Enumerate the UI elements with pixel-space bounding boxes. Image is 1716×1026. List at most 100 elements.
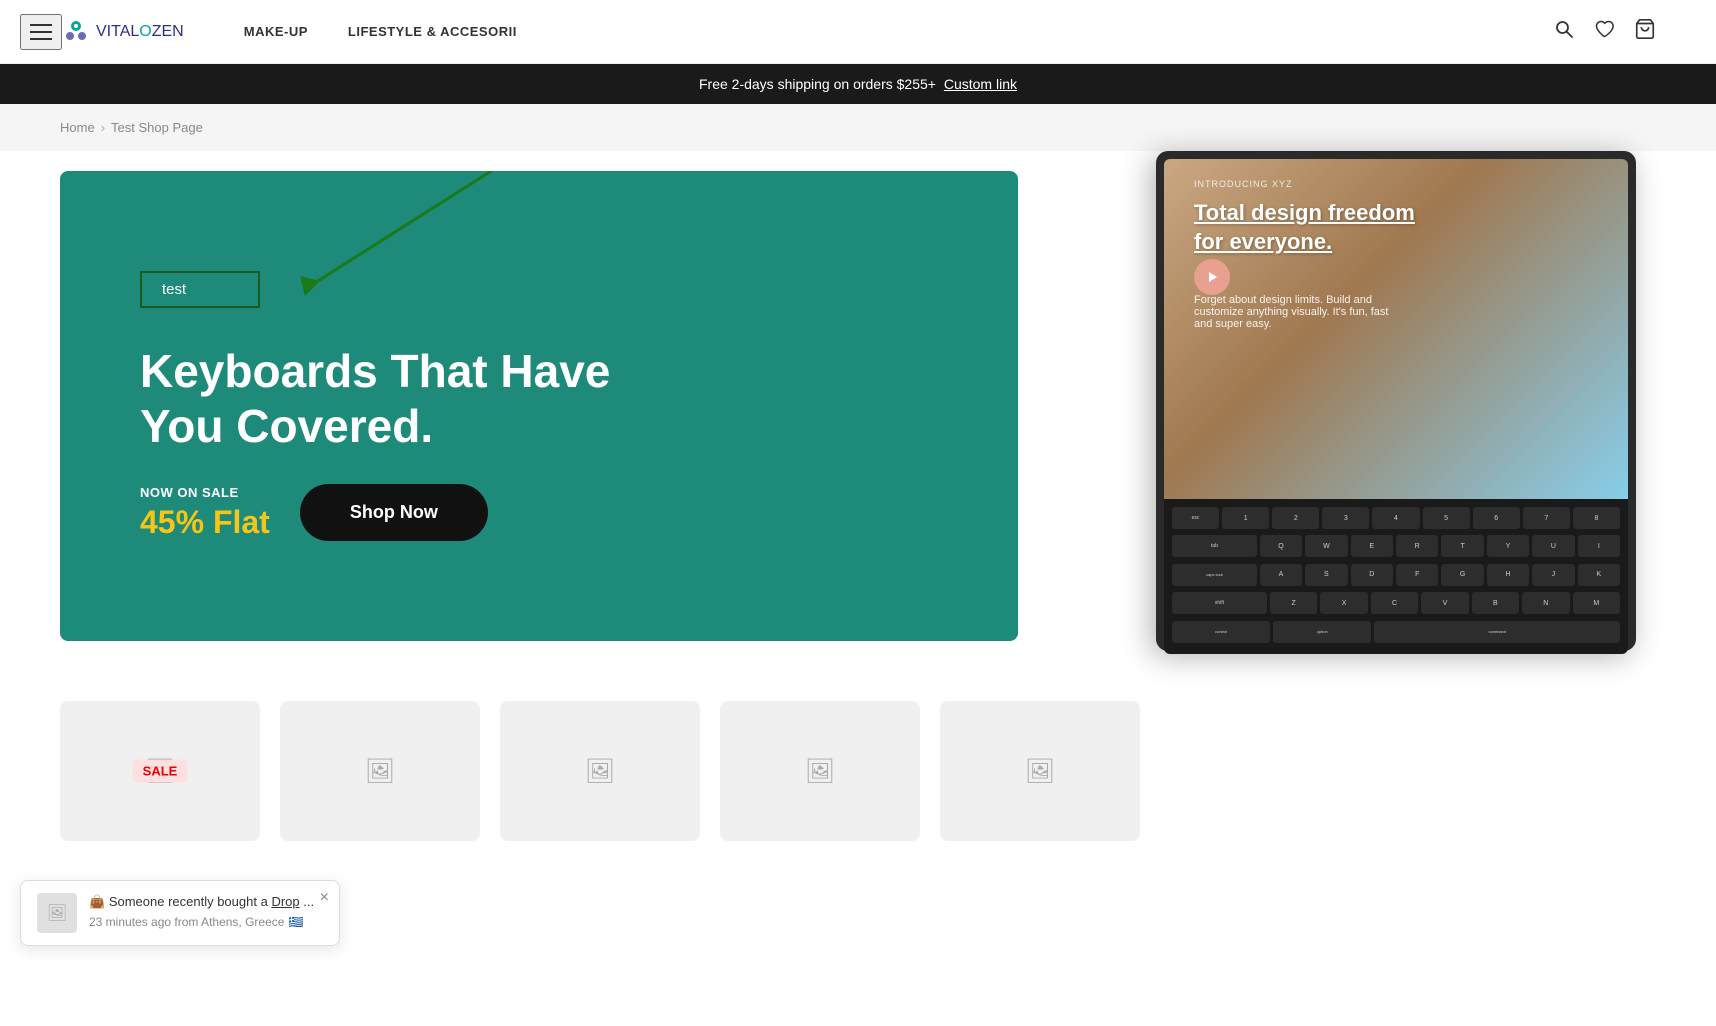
notification-time: 23 minutes ago from Athens, Greece 🇬🇷 (89, 915, 323, 929)
key-command: command (1374, 621, 1620, 643)
key-tab: tab (1172, 535, 1257, 557)
key: J (1532, 564, 1574, 586)
hero-sale-row: NOW ON SALE 45% Flat Shop Now (140, 484, 938, 541)
product-strip: 🖼 SALE 🖼 🖼 🖼 🖼 (0, 671, 1716, 841)
cart-icon[interactable] (1634, 18, 1656, 45)
image-placeholder-icon: 🖼 (365, 757, 395, 786)
key: 8 (1573, 507, 1620, 529)
key: 6 (1473, 507, 1520, 529)
tablet-intro-label: INTRODUCING XYZ (1194, 179, 1293, 189)
tablet-keyboard: esc 1 2 3 4 5 6 7 8 tab Q W E R T (1164, 499, 1628, 654)
key: A (1260, 564, 1302, 586)
tablet-heading-line2: for everyone. (1194, 229, 1332, 254)
key-option: option (1273, 621, 1371, 643)
image-placeholder-icon: 🖼 (805, 757, 835, 786)
wishlist-icon[interactable] (1594, 19, 1614, 44)
key: D (1351, 564, 1393, 586)
notification-prefix: Someone recently bought a (109, 894, 268, 909)
breadcrumb-current: Test Shop Page (111, 120, 203, 135)
key: B (1472, 592, 1519, 614)
product-card-4: 🖼 (940, 701, 1140, 841)
key: V (1421, 592, 1468, 614)
key: 7 (1523, 507, 1570, 529)
key: Z (1270, 592, 1317, 614)
hero-banner: test Keyboards That Have You Covered. NO… (60, 171, 1018, 641)
hamburger-line (30, 24, 52, 26)
header-icons (1554, 18, 1656, 45)
search-icon[interactable] (1554, 19, 1574, 44)
header: VITALOZEN MAKE-UP LIFESTYLE & ACCESORII (0, 0, 1716, 64)
hero-section: test Keyboards That Have You Covered. NO… (60, 171, 1656, 671)
breadcrumb: Home › Test Shop Page (0, 104, 1716, 151)
sale-badge: SALE (133, 760, 188, 783)
arrow-annotation (220, 171, 620, 311)
notification-flag: 🇬🇷 (288, 915, 303, 929)
logo-o: O (139, 23, 151, 40)
key-ctrl: control (1172, 621, 1270, 643)
nav-makeup[interactable]: MAKE-UP (244, 24, 308, 39)
breadcrumb-home[interactable]: Home (60, 120, 95, 135)
key: F (1396, 564, 1438, 586)
key: C (1371, 592, 1418, 614)
shop-now-button[interactable]: Shop Now (300, 484, 488, 541)
key: 2 (1272, 507, 1319, 529)
tablet-play-button[interactable] (1194, 259, 1230, 295)
announcement-link[interactable]: Custom link (944, 76, 1017, 92)
notification-content: 👜 Someone recently bought a Drop ... 23 … (89, 893, 323, 929)
notification-product-image: 🖼 (37, 893, 77, 933)
hero-discount: 45% Flat (140, 504, 270, 540)
key-shift: shift (1172, 592, 1267, 614)
hamburger-button[interactable] (20, 14, 62, 50)
key: 1 (1222, 507, 1269, 529)
product-card-1: 🖼 (280, 701, 480, 841)
key-caps: caps lock (1172, 564, 1257, 586)
key: Q (1260, 535, 1302, 557)
product-card-3: 🖼 (720, 701, 920, 841)
tablet-device: INTRODUCING XYZ Total design freedom for… (1156, 151, 1636, 651)
hero-sale-label: NOW ON SALE (140, 485, 270, 500)
product-card-sale: 🖼 SALE (60, 701, 260, 841)
key: 4 (1372, 507, 1419, 529)
tablet-screen-text: Total design freedom for everyone. (1194, 199, 1415, 256)
main-nav: MAKE-UP LIFESTYLE & ACCESORII (244, 24, 517, 39)
key: H (1487, 564, 1529, 586)
tablet-heading-line1: Total design freedom (1194, 200, 1415, 225)
image-placeholder-icon: 🖼 (1025, 757, 1055, 786)
key: I (1578, 535, 1620, 557)
hero-test-box: test (140, 271, 260, 308)
key: X (1320, 592, 1367, 614)
key: S (1305, 564, 1347, 586)
key: U (1532, 535, 1574, 557)
announcement-bar: Free 2-days shipping on orders $255+ Cus… (0, 64, 1716, 104)
notification-icon: 👜 (89, 894, 105, 909)
notification-suffix: ... (303, 894, 314, 909)
key: Y (1487, 535, 1529, 557)
image-placeholder-icon: 🖼 (585, 757, 615, 786)
logo[interactable]: VITALOZEN (60, 16, 184, 48)
key: R (1396, 535, 1438, 557)
test-label: test (162, 281, 186, 298)
notification-close-button[interactable]: × (320, 889, 329, 907)
logo-icon (60, 16, 92, 48)
notification-time-text: 23 minutes ago from Athens, Greece (89, 915, 284, 929)
tablet-subtext: Forget about design limits. Build and cu… (1194, 294, 1394, 330)
notification-popup: 🖼 👜 Someone recently bought a Drop ... 2… (20, 880, 340, 946)
notification-link[interactable]: Drop (271, 894, 299, 909)
key: E (1351, 535, 1393, 557)
hamburger-line (30, 38, 52, 40)
logo-vital: VITAL (96, 23, 139, 40)
key: G (1441, 564, 1483, 586)
product-card-2: 🖼 (500, 701, 700, 841)
nav-lifestyle[interactable]: LIFESTYLE & ACCESORII (348, 24, 517, 39)
breadcrumb-separator: › (101, 120, 105, 135)
key: 3 (1322, 507, 1369, 529)
hero-tablet: INTRODUCING XYZ Total design freedom for… (1156, 151, 1656, 671)
hamburger-line (30, 31, 52, 33)
tablet-screen: INTRODUCING XYZ Total design freedom for… (1164, 159, 1628, 499)
announcement-text: Free 2-days shipping on orders $255+ (699, 76, 936, 92)
notification-text: 👜 Someone recently bought a Drop ... (89, 893, 323, 911)
logo-zen: ZEN (152, 23, 184, 40)
key: T (1441, 535, 1483, 557)
key: esc (1172, 507, 1219, 529)
key: M (1573, 592, 1620, 614)
